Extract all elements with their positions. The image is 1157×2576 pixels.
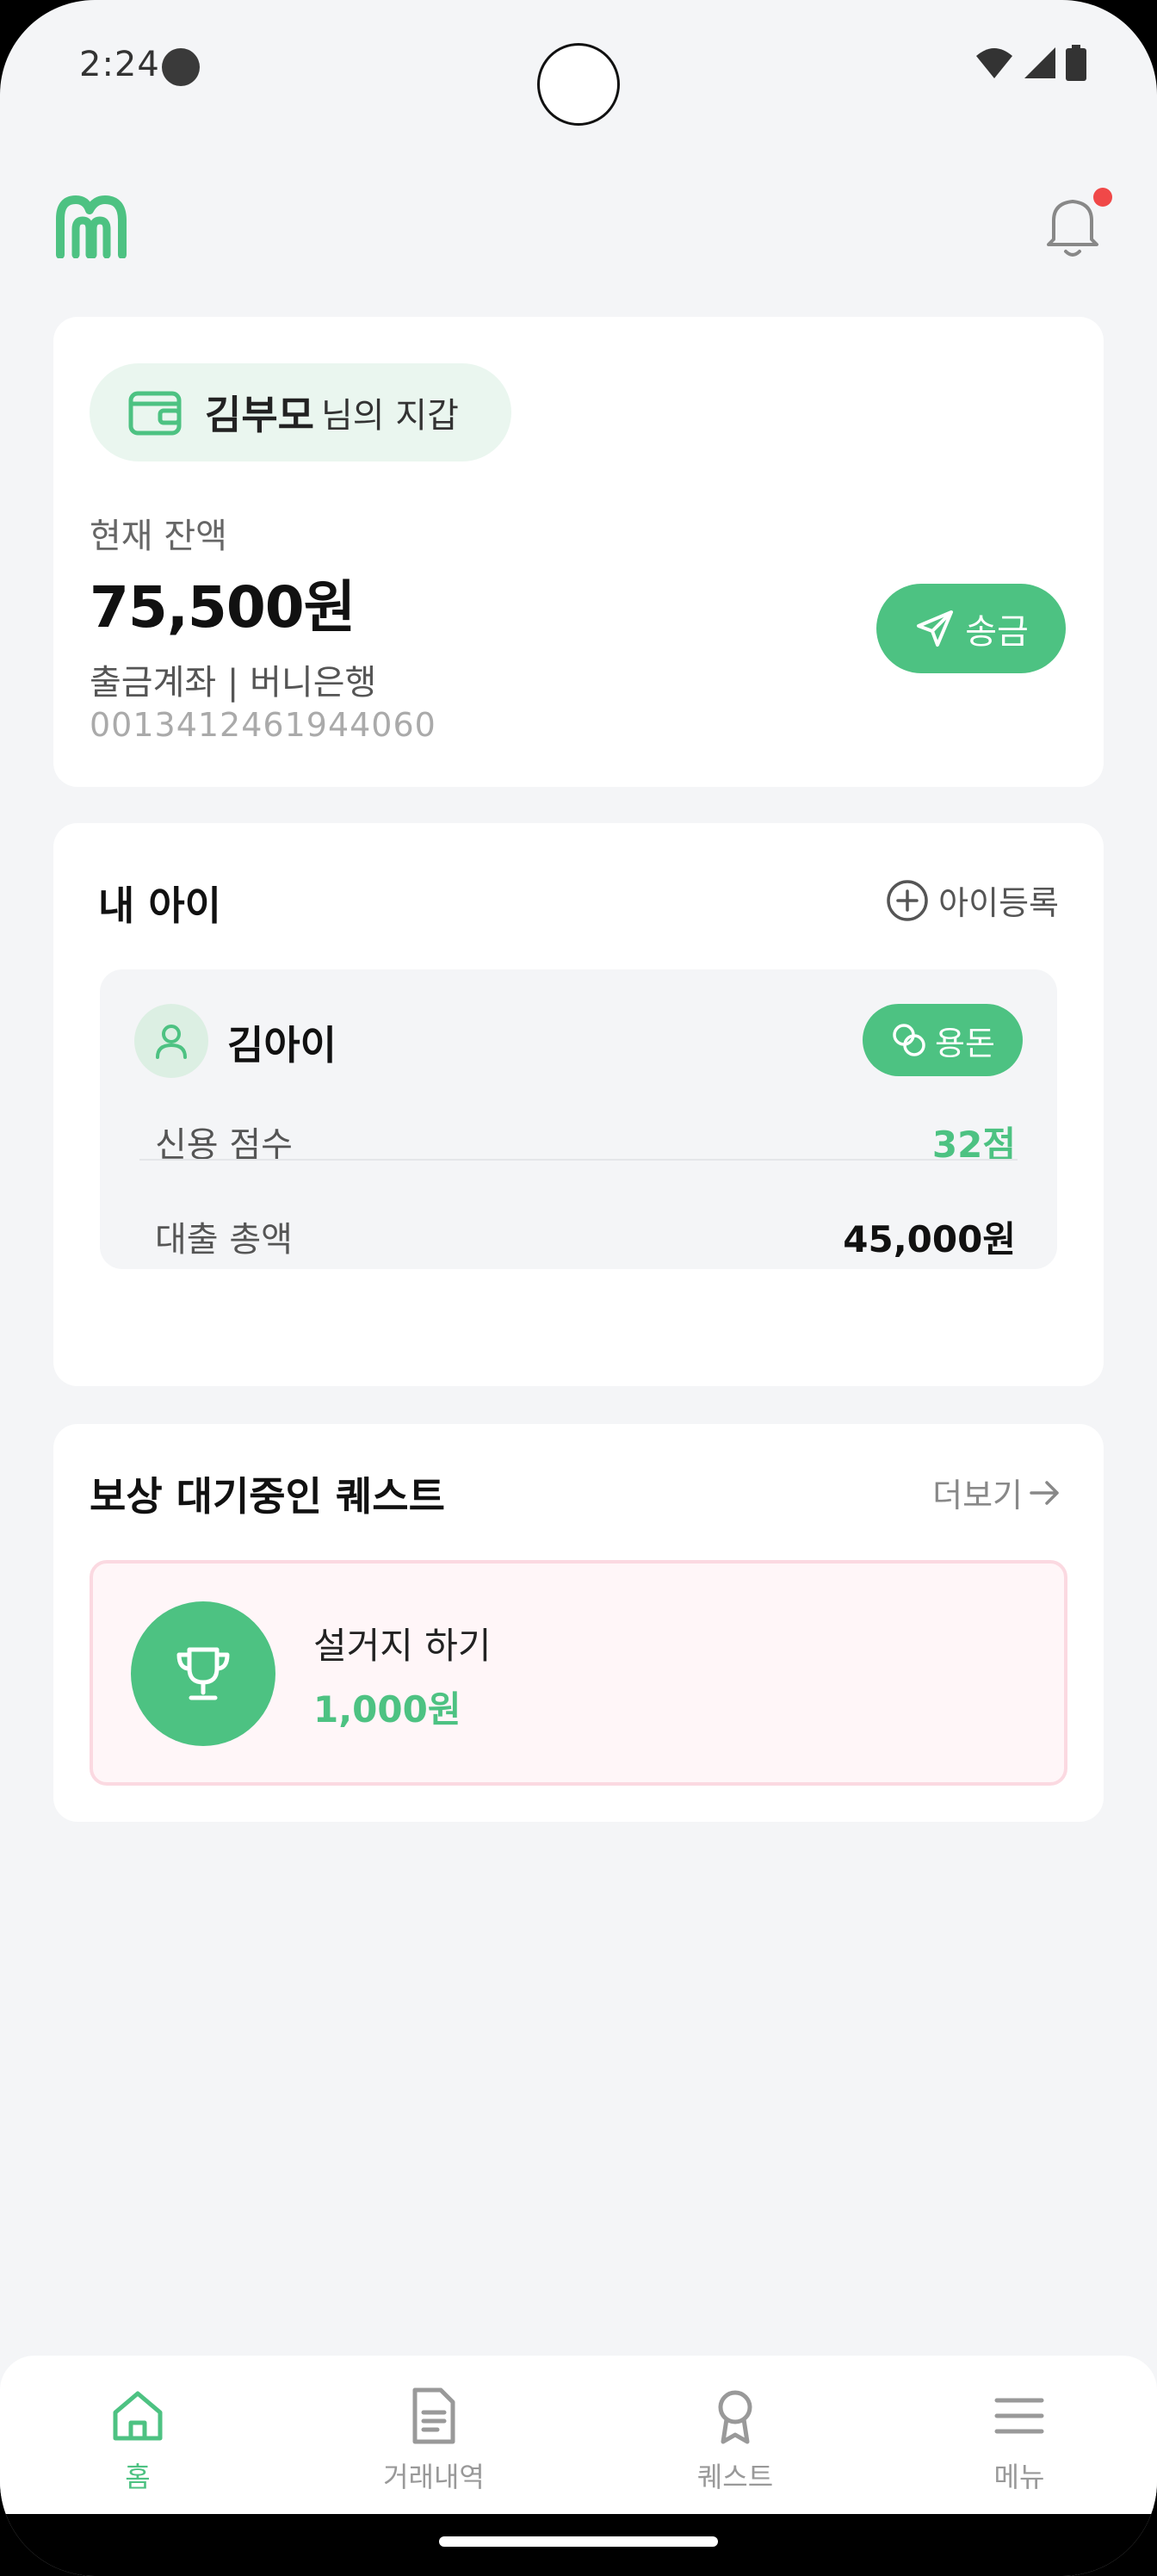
screen: 2:24 김부모 님의 지갑 현재 잔액 75,500원 출금계좌 | 버니은행…: [0, 0, 1157, 2576]
allowance-label: 용돈: [935, 1024, 995, 1062]
child-item[interactable]: 김아이 용돈 신용 점수 32점 대출 총액 45,000원: [100, 969, 1057, 1269]
app-logo-icon[interactable]: [55, 195, 127, 258]
avatar: [134, 1004, 208, 1078]
loan-total-label: 대출 총액: [155, 1220, 293, 1260]
arrow-right-icon: [1030, 1480, 1059, 1505]
wallet-card: 김부모 님의 지갑 현재 잔액 75,500원 출금계좌 | 버니은행 0013…: [53, 317, 1104, 787]
quest-item[interactable]: 설거지 하기 1,000원: [90, 1560, 1067, 1786]
quest-reward: 1,000원: [313, 1688, 461, 1731]
plus-circle-icon: [887, 879, 928, 921]
more-label: 더보기: [932, 1477, 1023, 1514]
gesture-bar: [0, 2514, 1157, 2576]
balance-amount: 75,500원: [90, 574, 356, 641]
credit-score-row: 신용 점수 32점: [155, 1107, 1016, 1176]
nav-menu-label: 메뉴: [993, 2461, 1045, 2493]
wallet-icon: [128, 391, 182, 436]
add-child-label: 아이등록: [938, 884, 1059, 922]
menu-icon: [994, 2398, 1044, 2434]
nav-home-label: 홈: [125, 2461, 151, 2493]
loan-total-value: 45,000원: [843, 1217, 1016, 1260]
bottom-nav: 홈 거래내역 퀘스트 메뉴: [0, 2356, 1157, 2514]
wifi-icon: [976, 48, 1012, 78]
pending-quests-card: 보상 대기중인 퀘스트 더보기 설거지 하기 1,000원: [53, 1424, 1104, 1822]
status-bar: 2:24: [0, 0, 1157, 138]
add-child-button[interactable]: 아이등록: [885, 876, 1059, 924]
withdraw-account-label: 출금계좌 | 버니은행: [90, 663, 377, 703]
trophy-badge: [131, 1601, 275, 1746]
status-notification-icon: [162, 48, 200, 86]
send-icon: [917, 610, 954, 647]
coins-icon: [893, 1024, 925, 1056]
battery-icon: [1066, 45, 1086, 81]
status-time: 2:24: [79, 45, 160, 84]
trophy-icon: [176, 1647, 230, 1700]
send-label: 송금: [965, 612, 1029, 652]
quest-name: 설거지 하기: [313, 1625, 492, 1667]
wallet-owner-pill: 김부모 님의 지갑: [90, 363, 511, 461]
more-button[interactable]: 더보기: [932, 1469, 1064, 1516]
send-money-button[interactable]: 송금: [876, 584, 1066, 673]
nav-quests-label: 퀘스트: [696, 2461, 774, 2493]
award-icon: [718, 2390, 752, 2444]
my-child-card: 내 아이 아이등록 김아이 용돈 신용 점수 32점 대출 총액 45,000원: [53, 823, 1104, 1386]
status-icons: [974, 45, 1086, 81]
wallet-owner-suffix: 님의 지갑: [320, 396, 459, 436]
signal-icon: [1024, 47, 1055, 78]
loan-total-row: 대출 총액 45,000원: [155, 1202, 1016, 1271]
nav-quests[interactable]: 퀘스트: [649, 2385, 821, 2495]
my-child-title: 내 아이: [98, 882, 221, 929]
document-icon: [412, 2387, 455, 2444]
camera-cutout: [537, 43, 620, 126]
row-divider: [139, 1159, 1018, 1161]
nav-transactions[interactable]: 거래내역: [348, 2385, 520, 2495]
child-name: 김아이: [227, 1022, 337, 1068]
wallet-owner-name: 김부모: [205, 392, 314, 438]
allowance-button[interactable]: 용돈: [863, 1004, 1023, 1076]
account-number: 0013412461944060: [90, 706, 436, 744]
home-indicator[interactable]: [439, 2536, 718, 2547]
notification-badge: [1093, 188, 1112, 207]
pending-quests-title: 보상 대기중인 퀘스트: [90, 1473, 445, 1520]
nav-transactions-label: 거래내역: [383, 2461, 485, 2493]
balance-label: 현재 잔액: [90, 517, 227, 556]
user-icon: [156, 1025, 187, 1059]
nav-home[interactable]: 홈: [52, 2385, 224, 2495]
home-icon: [113, 2391, 163, 2441]
nav-menu[interactable]: 메뉴: [933, 2385, 1105, 2495]
